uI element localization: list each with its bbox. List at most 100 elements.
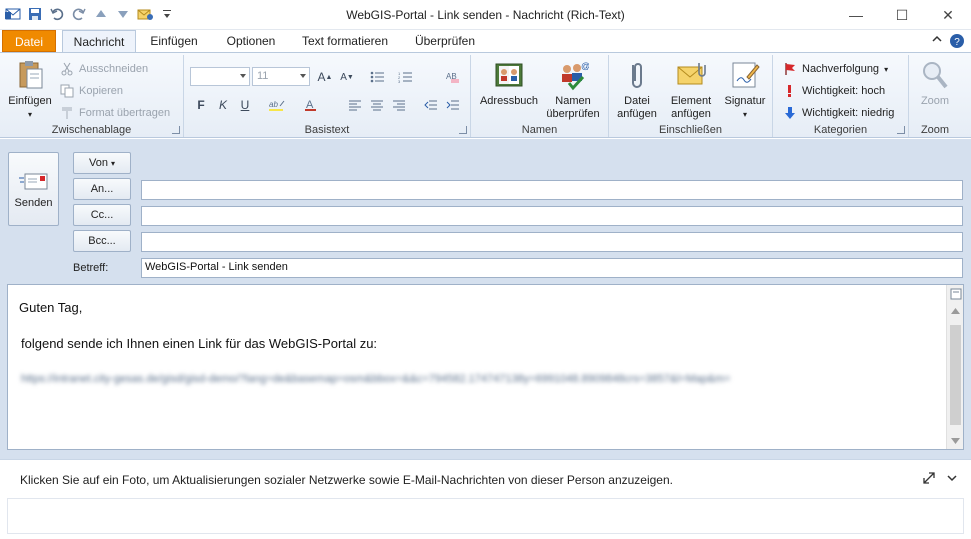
include-group-label: Einschließen <box>659 124 722 136</box>
copy-icon <box>60 84 74 98</box>
tab-message[interactable]: Nachricht <box>62 30 136 53</box>
send-envelope-icon <box>18 171 49 193</box>
group-names: Adressbuch @ Namen überprüfen Namen <box>471 55 609 137</box>
body-scrollbar[interactable] <box>946 285 963 449</box>
check-names-icon: @ <box>557 59 590 91</box>
title-bar: WebGIS-Portal - Link senden - Nachricht … <box>0 0 971 30</box>
align-right-icon[interactable] <box>388 95 410 115</box>
minimize-button[interactable]: — <box>833 0 879 30</box>
align-center-icon[interactable] <box>366 95 388 115</box>
message-body[interactable]: Guten Tag, folgend sende ich Ihnen einen… <box>7 284 964 450</box>
zoom-group-label: Zoom <box>920 124 950 136</box>
low-importance-label: Wichtigkeit: niedrig <box>802 107 895 119</box>
subject-field[interactable]: WebGIS-Portal - Link senden <box>141 258 963 278</box>
cut-button[interactable]: Ausschneiden <box>60 59 148 79</box>
check-names-label-line2: überprüfen <box>546 108 600 120</box>
to-field[interactable] <box>141 180 963 200</box>
group-include: Datei anfügen Element anfügen Signatur ▾… <box>609 55 773 137</box>
scroll-up-icon[interactable] <box>947 302 964 319</box>
check-names-button[interactable]: @ Namen überprüfen <box>541 57 605 121</box>
highlight-icon[interactable]: ab <box>268 95 290 115</box>
italic-button[interactable]: K <box>212 95 234 115</box>
attach-item-label-line1: Element <box>670 95 712 107</box>
clipboard-launcher-icon[interactable] <box>172 126 180 134</box>
signature-icon <box>729 59 761 91</box>
bold-button[interactable]: F <box>190 95 212 115</box>
zoom-button[interactable]: Zoom <box>911 57 959 108</box>
grow-font-icon[interactable]: A ▲ <box>314 67 336 87</box>
brush-icon <box>60 106 74 120</box>
scissors-icon <box>60 62 74 76</box>
font-color-icon[interactable]: A <box>302 95 324 115</box>
follow-up-label: Nachverfolgung <box>802 63 880 75</box>
high-importance-button[interactable]: Wichtigkeit: hoch <box>783 81 885 101</box>
follow-up-button[interactable]: Nachverfolgung ▾ <box>783 59 888 79</box>
collapse-pane-icon[interactable] <box>947 472 957 487</box>
body-greeting: Guten Tag, <box>19 300 83 315</box>
scroll-down-icon[interactable] <box>947 432 964 449</box>
maximize-button[interactable]: ☐ <box>879 0 925 30</box>
increase-indent-icon[interactable] <box>442 95 464 115</box>
basic-text-launcher-icon[interactable] <box>459 126 467 134</box>
from-label: Von <box>88 157 108 169</box>
to-button[interactable]: An... <box>73 178 131 200</box>
svg-text:ab: ab <box>269 100 278 109</box>
minimize-ribbon-icon[interactable] <box>931 33 943 52</box>
people-pane-controls <box>923 472 957 487</box>
people-pane-content <box>7 498 964 534</box>
decrease-indent-icon[interactable] <box>420 95 442 115</box>
paste-button[interactable]: Einfügen ▾ <box>4 57 56 121</box>
copy-button[interactable]: Kopieren <box>60 81 123 101</box>
format-painter-button[interactable]: Format übertragen <box>60 103 170 123</box>
tab-options[interactable]: Optionen <box>218 30 284 52</box>
copy-label: Kopieren <box>79 85 124 97</box>
magnifier-icon <box>919 59 951 91</box>
ruler-toggle-icon[interactable] <box>947 285 964 302</box>
clear-formatting-icon[interactable]: AB <box>442 67 464 87</box>
bullets-icon[interactable] <box>368 67 390 87</box>
attach-file-label-line1: Datei <box>624 95 650 107</box>
numbering-icon[interactable]: 123 <box>396 67 418 87</box>
font-size-value: 11 <box>257 70 269 82</box>
send-button[interactable]: Senden <box>8 152 59 226</box>
help-icon[interactable]: ? <box>949 33 965 52</box>
tab-file[interactable]: Datei <box>2 30 56 52</box>
cut-label: Ausschneiden <box>79 63 149 75</box>
font-name-combo[interactable] <box>190 67 250 86</box>
address-book-label: Adressbuch <box>479 95 539 107</box>
zoom-label: Zoom <box>920 95 950 107</box>
scroll-thumb[interactable] <box>950 325 961 425</box>
align-left-icon[interactable] <box>344 95 366 115</box>
svg-text:3: 3 <box>398 79 401 83</box>
bcc-field[interactable] <box>141 232 963 252</box>
attach-item-button[interactable]: Element anfügen <box>661 57 721 121</box>
paste-label: Einfügen <box>8 95 52 107</box>
cc-button[interactable]: Cc... <box>73 204 131 226</box>
attach-item-label-line2: anfügen <box>671 108 711 120</box>
body-link[interactable]: https://intranet.city-gesas.de/gisd/gisd… <box>21 373 730 385</box>
group-clipboard: Einfügen ▾ Ausschneiden Kopieren Format … <box>0 55 184 137</box>
paperclip-icon <box>621 59 653 91</box>
group-zoom: Zoom Zoom <box>909 55 961 137</box>
expand-pane-icon[interactable] <box>923 472 935 487</box>
address-book-icon <box>493 59 525 91</box>
cc-field[interactable] <box>141 206 963 226</box>
close-button[interactable]: ✕ <box>925 0 971 30</box>
attach-file-button[interactable]: Datei anfügen <box>613 57 661 121</box>
tags-launcher-icon[interactable] <box>897 126 905 134</box>
signature-dropdown-icon: ▾ <box>742 110 747 119</box>
bcc-button[interactable]: Bcc... <box>73 230 131 252</box>
address-book-button[interactable]: Adressbuch <box>475 57 543 108</box>
underline-button[interactable]: U <box>234 95 256 115</box>
shrink-font-icon[interactable]: A ▼ <box>336 67 358 87</box>
low-importance-button[interactable]: Wichtigkeit: niedrig <box>783 103 894 123</box>
from-button[interactable]: Von ▾ <box>73 152 131 174</box>
exclamation-icon <box>783 84 797 98</box>
font-size-combo[interactable]: 11 <box>252 67 310 86</box>
tab-format-text[interactable]: Text formatieren <box>296 30 394 52</box>
from-dropdown-icon: ▾ <box>111 159 116 168</box>
tab-review[interactable]: Überprüfen <box>406 30 484 52</box>
signature-button[interactable]: Signatur ▾ <box>719 57 771 121</box>
basic-text-group-label: Basistext <box>304 124 350 136</box>
tab-insert[interactable]: Einfügen <box>142 30 206 52</box>
